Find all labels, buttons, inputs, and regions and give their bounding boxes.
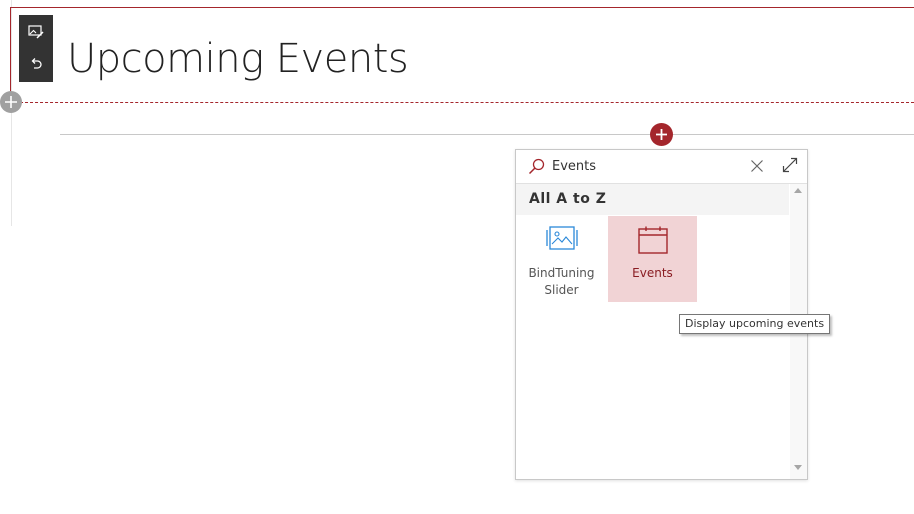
toolbox-search-row (516, 150, 807, 184)
plus-icon (656, 129, 667, 140)
tile-events[interactable]: Events (608, 216, 697, 302)
add-webpart-button[interactable] (650, 123, 673, 146)
search-icon (528, 158, 545, 175)
undo-icon (31, 58, 42, 69)
edit-image-icon (28, 25, 44, 39)
undo-button[interactable] (19, 49, 53, 82)
clear-search-button[interactable] (750, 158, 764, 177)
section-bottom-border (10, 102, 914, 103)
scroll-down-arrow-icon[interactable] (794, 465, 802, 470)
tile-label: BindTuning Slider (528, 266, 595, 297)
calendar-icon (637, 226, 668, 254)
expand-icon (782, 157, 798, 173)
slider-image-icon (545, 226, 578, 250)
tooltip: Display upcoming events (679, 314, 831, 334)
expand-toolbox-button[interactable] (782, 157, 798, 177)
group-header: All A to Z (516, 184, 789, 215)
section-toolbar (19, 15, 53, 82)
edit-image-button[interactable] (19, 15, 53, 48)
add-section-button[interactable] (0, 91, 22, 113)
page-title[interactable]: Upcoming Events (67, 36, 409, 82)
tile-bindtuning-slider[interactable]: BindTuning Slider (517, 216, 606, 302)
search-input[interactable] (552, 156, 742, 176)
plus-icon (5, 96, 17, 108)
section-divider (60, 134, 914, 135)
tile-label: Events (632, 266, 673, 280)
scroll-up-arrow-icon[interactable] (794, 188, 802, 193)
close-icon (751, 160, 763, 172)
